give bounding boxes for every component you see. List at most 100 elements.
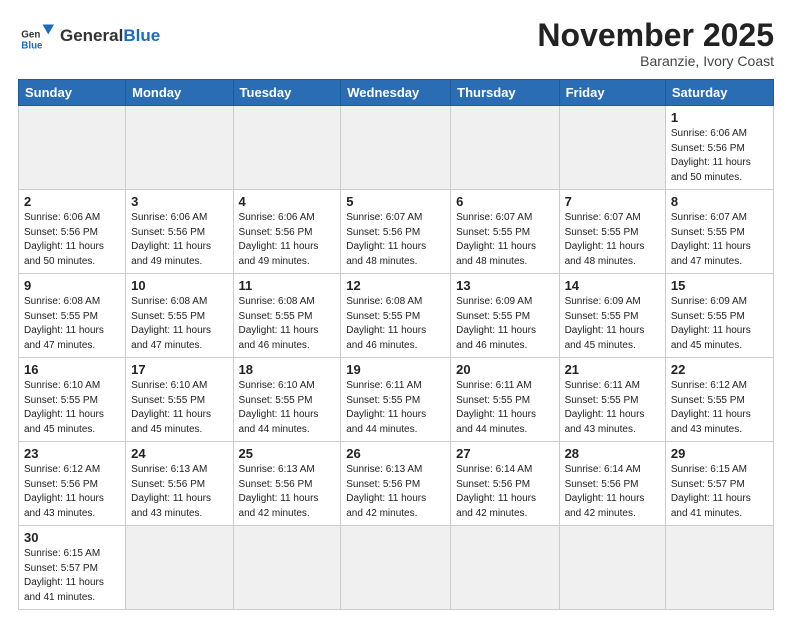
day-number: 1 [671,110,768,125]
calendar-week-2: 9 Sunrise: 6:08 AMSunset: 5:55 PMDaylight… [19,274,774,358]
calendar-cell: 1Sunrise: 6:06 AMSunset: 5:56 PMDaylight… [665,106,773,190]
day-number: 30 [24,530,120,545]
location: Baranzie, Ivory Coast [537,53,774,69]
day-number: 16 [24,362,120,377]
calendar-week-5: 30 Sunrise: 6:15 AMSunset: 5:57 PMDayligh… [19,526,774,610]
day-info: Sunrise: 6:09 AMSunset: 5:55 PMDaylight:… [456,295,553,353]
day-info: Sunrise: 6:09 AMSunset: 5:55 PMDaylight:… [565,295,660,353]
calendar-cell: 9 Sunrise: 6:08 AMSunset: 5:55 PMDaylight… [19,274,126,358]
day-info: Sunrise: 6:15 AMSunset: 5:57 PMDaylight:… [671,463,768,521]
calendar-cell [341,106,451,190]
calendar-cell [559,526,665,610]
calendar-week-0: 1Sunrise: 6:06 AMSunset: 5:56 PMDaylight… [19,106,774,190]
calendar-cell: 15Sunrise: 6:09 AMSunset: 5:55 PMDayligh… [665,274,773,358]
calendar-cell: 7 Sunrise: 6:07 AMSunset: 5:55 PMDaylight… [559,190,665,274]
day-info: Sunrise: 6:06 AMSunset: 5:56 PMDaylight:… [24,211,120,269]
calendar-cell: 19Sunrise: 6:11 AMSunset: 5:55 PMDayligh… [341,358,451,442]
day-info: Sunrise: 6:08 AMSunset: 5:55 PMDaylight:… [346,295,445,353]
day-info: Sunrise: 6:08 AMSunset: 5:55 PMDaylight:… [239,295,336,353]
day-info: Sunrise: 6:14 AMSunset: 5:56 PMDaylight:… [456,463,553,521]
svg-text:Gen: Gen [21,30,40,41]
day-number: 28 [565,446,660,461]
calendar-week-1: 2 Sunrise: 6:06 AMSunset: 5:56 PMDaylight… [19,190,774,274]
day-info: Sunrise: 6:11 AMSunset: 5:55 PMDaylight:… [565,379,660,437]
calendar-cell [559,106,665,190]
day-number: 12 [346,278,445,293]
col-wednesday: Wednesday [341,80,451,106]
calendar-week-4: 23Sunrise: 6:12 AMSunset: 5:56 PMDayligh… [19,442,774,526]
calendar-cell: 13 Sunrise: 6:09 AMSunset: 5:55 PMDayligh… [451,274,559,358]
calendar-cell: 4 Sunrise: 6:06 AMSunset: 5:56 PMDaylight… [233,190,341,274]
calendar-cell: 27 Sunrise: 6:14 AMSunset: 5:56 PMDayligh… [451,442,559,526]
day-number: 5 [346,194,445,209]
day-number: 15 [671,278,768,293]
day-number: 4 [239,194,336,209]
calendar-cell: 11Sunrise: 6:08 AMSunset: 5:55 PMDayligh… [233,274,341,358]
col-sunday: Sunday [19,80,126,106]
day-number: 6 [456,194,553,209]
calendar-cell: 8Sunrise: 6:07 AMSunset: 5:55 PMDaylight… [665,190,773,274]
col-tuesday: Tuesday [233,80,341,106]
day-info: Sunrise: 6:07 AMSunset: 5:55 PMDaylight:… [565,211,660,269]
calendar-cell [233,526,341,610]
calendar-cell [451,106,559,190]
col-friday: Friday [559,80,665,106]
calendar-cell [126,106,233,190]
day-info: Sunrise: 6:10 AMSunset: 5:55 PMDaylight:… [131,379,227,437]
day-number: 25 [239,446,336,461]
day-number: 21 [565,362,660,377]
calendar-cell: 21 Sunrise: 6:11 AMSunset: 5:55 PMDayligh… [559,358,665,442]
calendar-cell [19,106,126,190]
general-blue-icon: Gen Blue [18,18,54,54]
month-title: November 2025 [537,18,774,53]
calendar: SundayMondayTuesdayWednesdayThursdayFrid… [18,79,774,610]
day-number: 2 [24,194,120,209]
day-info: Sunrise: 6:08 AMSunset: 5:55 PMDaylight:… [131,295,227,353]
col-thursday: Thursday [451,80,559,106]
day-info: Sunrise: 6:13 AMSunset: 5:56 PMDaylight:… [346,463,445,521]
day-number: 10 [131,278,227,293]
day-number: 7 [565,194,660,209]
day-info: Sunrise: 6:06 AMSunset: 5:56 PMDaylight:… [131,211,227,269]
day-number: 17 [131,362,227,377]
day-number: 22 [671,362,768,377]
day-number: 27 [456,446,553,461]
calendar-cell: 12 Sunrise: 6:08 AMSunset: 5:55 PMDayligh… [341,274,451,358]
calendar-cell: 3 Sunrise: 6:06 AMSunset: 5:56 PMDaylight… [126,190,233,274]
day-info: Sunrise: 6:07 AMSunset: 5:56 PMDaylight:… [346,211,445,269]
day-number: 14 [565,278,660,293]
calendar-cell: 23Sunrise: 6:12 AMSunset: 5:56 PMDayligh… [19,442,126,526]
calendar-cell: 28Sunrise: 6:14 AMSunset: 5:56 PMDayligh… [559,442,665,526]
calendar-cell: 16 Sunrise: 6:10 AMSunset: 5:55 PMDayligh… [19,358,126,442]
calendar-cell [126,526,233,610]
day-info: Sunrise: 6:13 AMSunset: 5:56 PMDaylight:… [239,463,336,521]
day-number: 13 [456,278,553,293]
calendar-cell: 24Sunrise: 6:13 AMSunset: 5:56 PMDayligh… [126,442,233,526]
day-info: Sunrise: 6:07 AMSunset: 5:55 PMDaylight:… [456,211,553,269]
calendar-cell: 10 Sunrise: 6:08 AMSunset: 5:55 PMDayligh… [126,274,233,358]
calendar-cell: 5 Sunrise: 6:07 AMSunset: 5:56 PMDaylight… [341,190,451,274]
day-info: Sunrise: 6:08 AMSunset: 5:55 PMDaylight:… [24,295,120,353]
calendar-cell: 26Sunrise: 6:13 AMSunset: 5:56 PMDayligh… [341,442,451,526]
calendar-cell [451,526,559,610]
calendar-cell: 17 Sunrise: 6:10 AMSunset: 5:55 PMDayligh… [126,358,233,442]
calendar-cell: 30 Sunrise: 6:15 AMSunset: 5:57 PMDayligh… [19,526,126,610]
day-info: Sunrise: 6:11 AMSunset: 5:55 PMDaylight:… [456,379,553,437]
day-info: Sunrise: 6:15 AMSunset: 5:57 PMDaylight:… [24,547,120,605]
day-info: Sunrise: 6:07 AMSunset: 5:55 PMDaylight:… [671,211,768,269]
col-saturday: Saturday [665,80,773,106]
calendar-cell: 2 Sunrise: 6:06 AMSunset: 5:56 PMDaylight… [19,190,126,274]
calendar-cell [341,526,451,610]
logo-text: GeneralBlue [60,27,160,46]
calendar-cell: 18Sunrise: 6:10 AMSunset: 5:55 PMDayligh… [233,358,341,442]
day-info: Sunrise: 6:10 AMSunset: 5:55 PMDaylight:… [24,379,120,437]
day-number: 3 [131,194,227,209]
day-number: 9 [24,278,120,293]
calendar-header-row: SundayMondayTuesdayWednesdayThursdayFrid… [19,80,774,106]
day-number: 18 [239,362,336,377]
calendar-cell: 6 Sunrise: 6:07 AMSunset: 5:55 PMDaylight… [451,190,559,274]
svg-text:Blue: Blue [21,40,43,51]
calendar-cell: 25 Sunrise: 6:13 AMSunset: 5:56 PMDayligh… [233,442,341,526]
day-info: Sunrise: 6:06 AMSunset: 5:56 PMDaylight:… [239,211,336,269]
col-monday: Monday [126,80,233,106]
